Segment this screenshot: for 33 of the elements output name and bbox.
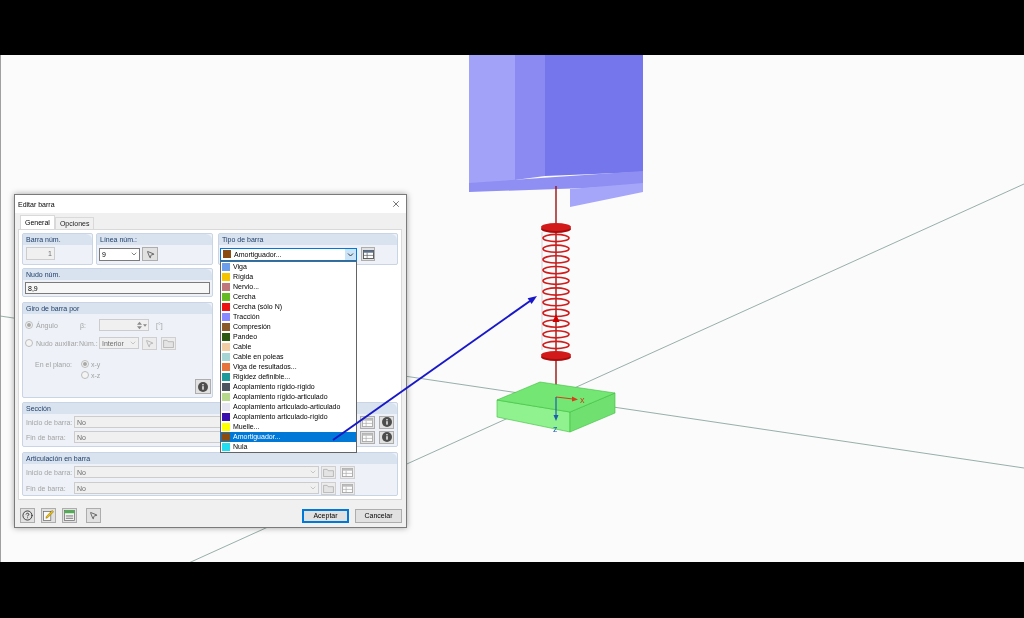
- pencil-icon: [43, 510, 54, 521]
- chevron-down-icon: [129, 339, 137, 347]
- chevron-down-icon: [130, 250, 138, 258]
- info-icon: [381, 417, 392, 427]
- table-icon: [362, 417, 373, 427]
- pick-button[interactable]: [86, 508, 101, 523]
- spreadsheet-icon: [64, 510, 75, 521]
- spin-arrows-icon: [137, 320, 142, 330]
- units-button[interactable]: [62, 508, 77, 523]
- folder-icon: [323, 467, 334, 477]
- cursor-icon: [145, 338, 154, 348]
- table-icon: [362, 249, 374, 259]
- caret-icon: [143, 323, 147, 327]
- pick-button[interactable]: [142, 247, 158, 261]
- table-icon: [342, 467, 353, 477]
- info-icon: [381, 432, 392, 442]
- chevron-down-icon: [345, 248, 356, 260]
- edit-button[interactable]: [41, 508, 56, 523]
- axis-label: z: [553, 424, 558, 434]
- table-icon: [362, 432, 373, 442]
- close-button[interactable]: [391, 199, 401, 209]
- close-icon: [391, 199, 401, 209]
- help-icon: [22, 510, 33, 521]
- cursor-icon: [145, 249, 155, 259]
- table-button[interactable]: [361, 247, 375, 261]
- folder-icon: [163, 338, 174, 348]
- axes-icon: [553, 396, 578, 421]
- table-icon: [342, 483, 353, 493]
- folder-icon: [323, 483, 334, 493]
- info-icon: [198, 381, 208, 392]
- cursor-icon: [89, 511, 98, 520]
- help-button[interactable]: [20, 508, 35, 523]
- axis-label: x: [580, 395, 585, 405]
